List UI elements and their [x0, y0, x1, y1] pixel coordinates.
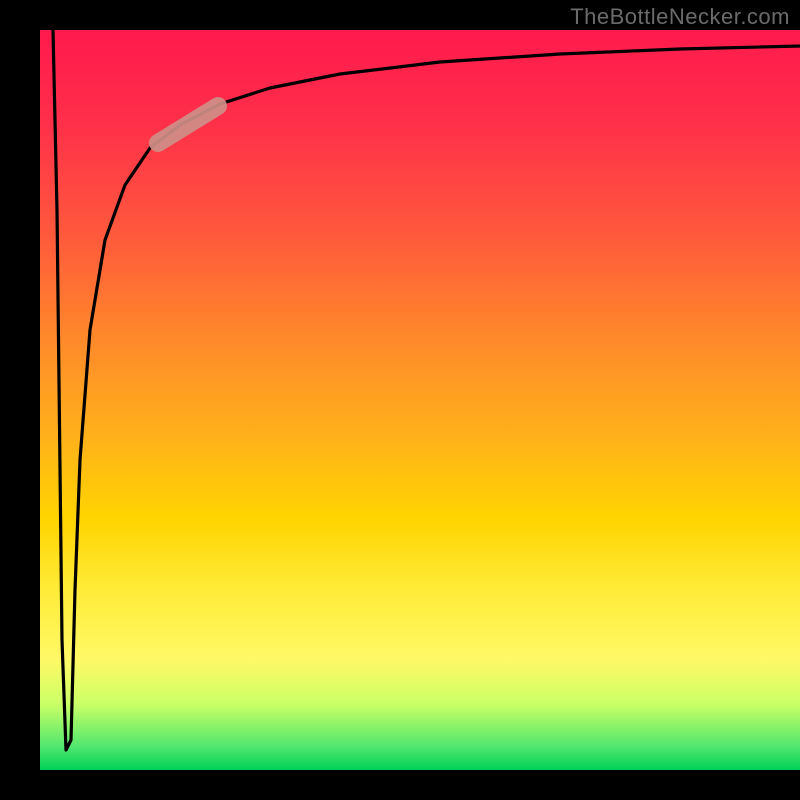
curve-highlight [158, 106, 218, 143]
watermark-label: TheBottleNecker.com [570, 4, 790, 30]
plot-area [40, 30, 800, 770]
curve-layer [40, 30, 800, 770]
chart-frame: TheBottleNecker.com [0, 0, 800, 800]
